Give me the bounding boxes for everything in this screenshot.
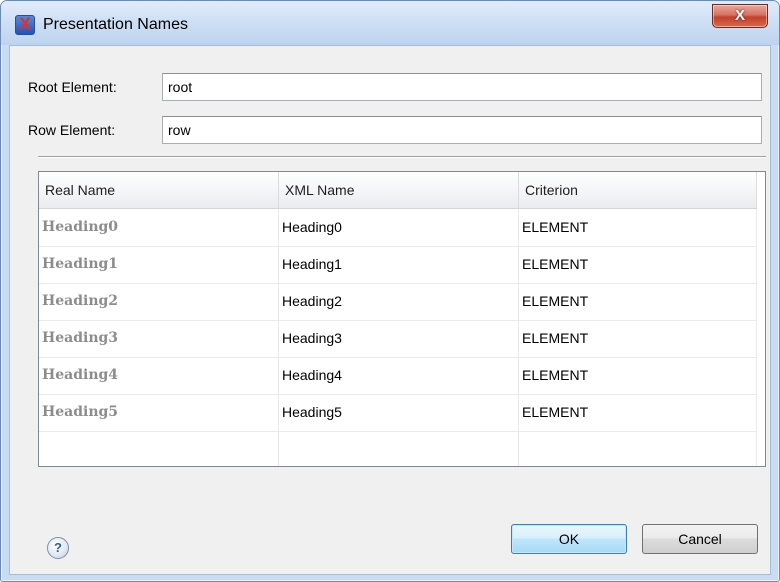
names-table[interactable]: Real Name XML Name Criterion Heading0 He… (38, 171, 766, 467)
criterion-cell[interactable]: ELEMENT (519, 394, 757, 431)
criterion-cell[interactable] (519, 431, 757, 466)
real-name-cell: Heading2 (39, 283, 279, 320)
real-name-cell: Heading4 (39, 357, 279, 394)
close-button[interactable]: X (712, 4, 768, 28)
xml-name-cell[interactable]: Heading5 (279, 394, 519, 431)
real-name-cell (39, 431, 279, 466)
criterion-cell[interactable]: ELEMENT (519, 357, 757, 394)
criterion-cell[interactable]: ELEMENT (519, 320, 757, 357)
help-button[interactable]: ? (47, 537, 69, 559)
criterion-cell[interactable]: ELEMENT (519, 209, 757, 246)
table-row[interactable]: Heading2 Heading2 ELEMENT (39, 283, 757, 321)
root-element-input[interactable] (162, 73, 762, 101)
dialog-content: Root Element: Row Element: Real Name XML… (9, 45, 771, 575)
xml-name-cell[interactable]: Heading3 (279, 320, 519, 357)
close-icon: X (734, 7, 745, 24)
table-row[interactable]: Heading0 Heading0 ELEMENT (39, 209, 757, 247)
root-element-label: Root Element: (28, 79, 117, 95)
table-row[interactable]: Heading4 Heading4 ELEMENT (39, 357, 757, 395)
table-row[interactable]: Heading3 Heading3 ELEMENT (39, 320, 757, 358)
table-row-empty[interactable] (39, 431, 757, 466)
criterion-cell[interactable]: ELEMENT (519, 246, 757, 283)
column-header-real-name[interactable]: Real Name (39, 172, 279, 208)
real-name-cell: Heading0 (39, 209, 279, 246)
row-element-label: Row Element: (28, 122, 116, 138)
table-header: Real Name XML Name Criterion (39, 172, 757, 209)
criterion-cell[interactable]: ELEMENT (519, 283, 757, 320)
xml-name-cell[interactable]: Heading2 (279, 283, 519, 320)
separator (38, 156, 766, 158)
help-icon: ? (54, 540, 62, 555)
app-icon-glyph: X (19, 14, 31, 33)
table-row[interactable]: Heading5 Heading5 ELEMENT (39, 394, 757, 432)
column-header-criterion[interactable]: Criterion (519, 172, 757, 208)
row-element-input[interactable] (162, 116, 762, 144)
title-bar[interactable]: X Presentation Names X (1, 1, 779, 45)
cancel-button[interactable]: Cancel (642, 524, 758, 554)
real-name-cell: Heading3 (39, 320, 279, 357)
app-x-icon: X (15, 15, 35, 35)
xml-name-cell[interactable]: Heading4 (279, 357, 519, 394)
real-name-cell: Heading1 (39, 246, 279, 283)
dialog-window: X Presentation Names X Root Element: Row… (0, 0, 780, 582)
xml-name-cell[interactable]: Heading0 (279, 209, 519, 246)
table-row[interactable]: Heading1 Heading1 ELEMENT (39, 246, 757, 284)
column-header-xml-name[interactable]: XML Name (279, 172, 519, 208)
real-name-cell: Heading5 (39, 394, 279, 431)
ok-button[interactable]: OK (511, 524, 627, 554)
xml-name-cell[interactable] (279, 431, 519, 466)
window-title: Presentation Names (43, 16, 188, 33)
xml-name-cell[interactable]: Heading1 (279, 246, 519, 283)
